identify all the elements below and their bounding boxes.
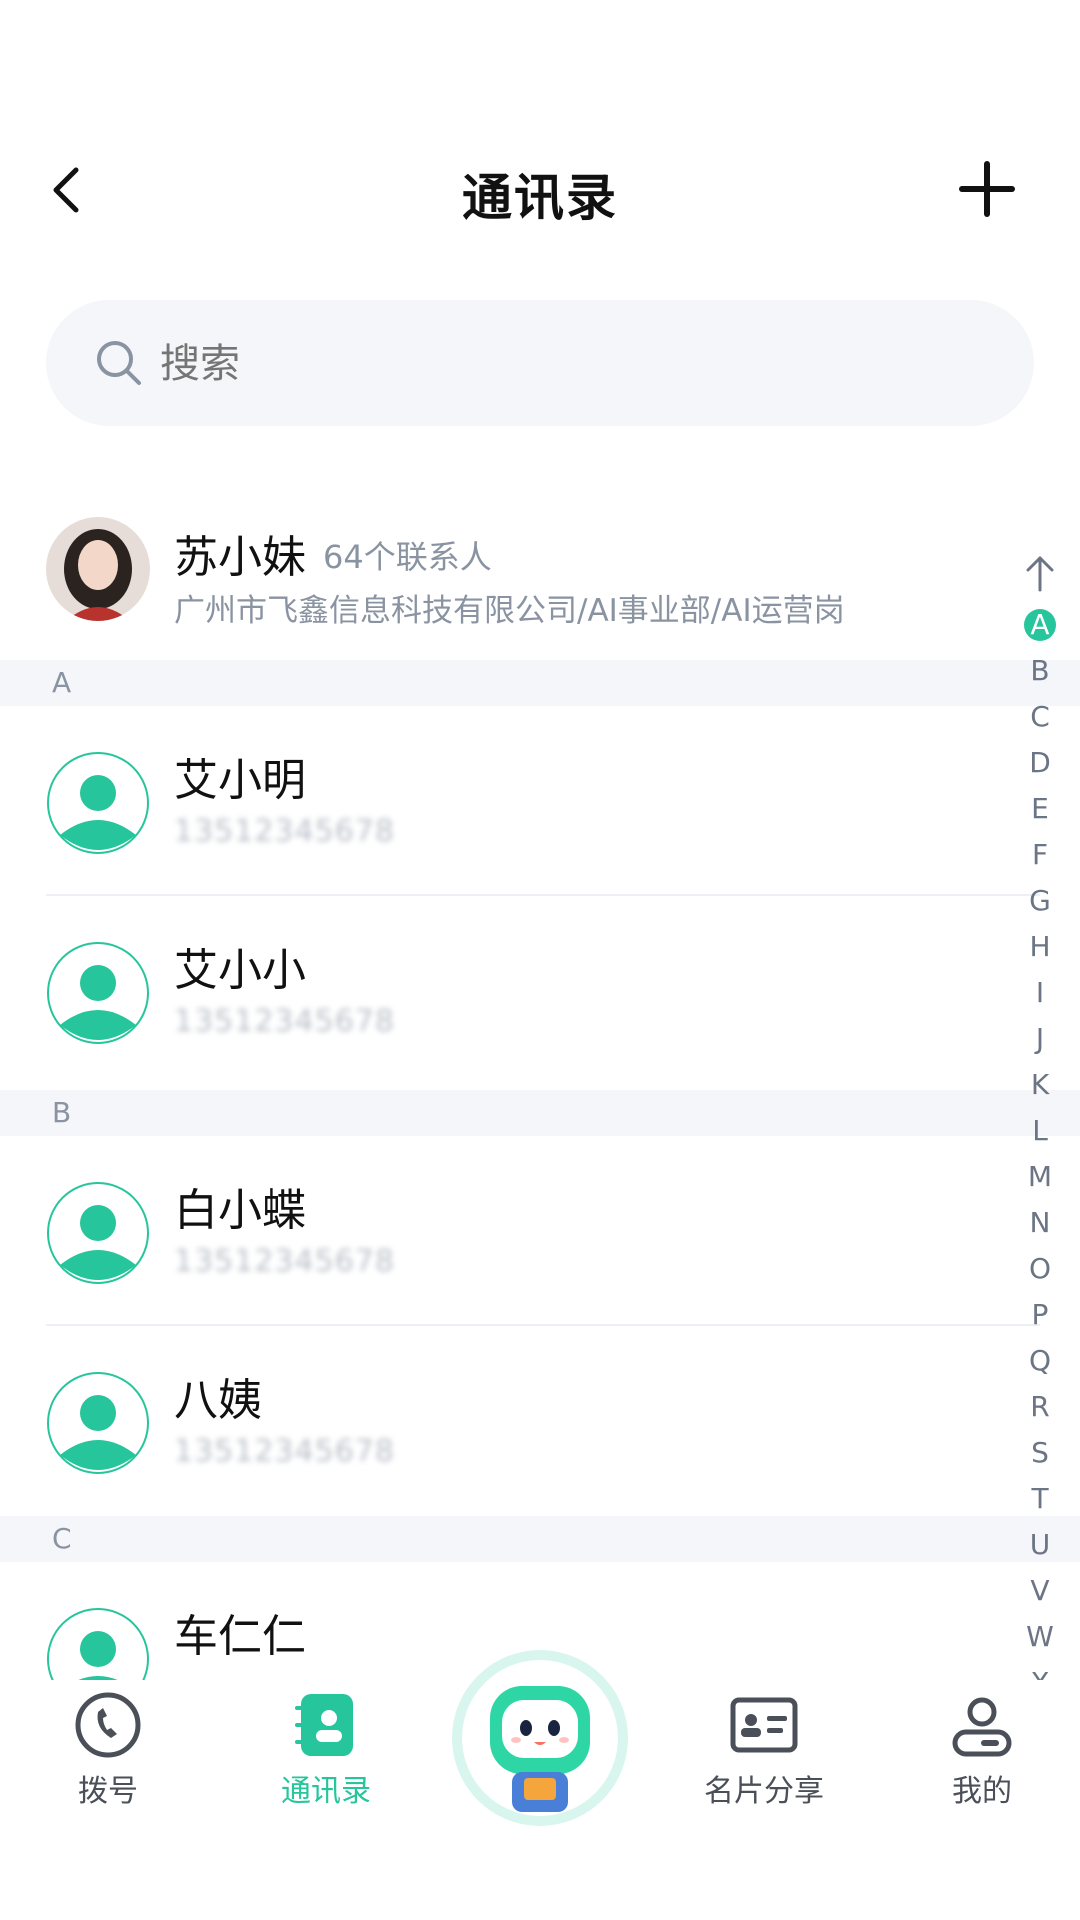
profile-name: 苏小妹 bbox=[174, 532, 306, 583]
index-letter[interactable]: A bbox=[1020, 602, 1060, 648]
index-letter[interactable]: T bbox=[1020, 1476, 1060, 1522]
tab-label: 拨号 bbox=[78, 1774, 138, 1809]
phone-icon bbox=[75, 1692, 141, 1758]
section-header-c: C bbox=[0, 1516, 1080, 1562]
section-header-a: A bbox=[0, 660, 1080, 706]
tab-card-share[interactable]: 名片分享 bbox=[694, 1690, 834, 1820]
tab-label: 我的 bbox=[952, 1774, 1012, 1809]
tab-label: 名片分享 bbox=[704, 1774, 824, 1809]
search-input[interactable] bbox=[158, 326, 862, 402]
index-letter[interactable]: F bbox=[1020, 832, 1060, 878]
contact-name: 艾小明 bbox=[174, 755, 306, 806]
search-bar[interactable] bbox=[46, 300, 1034, 426]
index-letter[interactable]: P bbox=[1020, 1292, 1060, 1338]
index-letter[interactable]: M bbox=[1020, 1154, 1060, 1200]
index-letter[interactable]: U bbox=[1020, 1522, 1060, 1568]
contact-row[interactable]: 艾小小 13512345678 bbox=[0, 896, 1040, 1086]
user-profile-icon bbox=[952, 1697, 1012, 1757]
ai-assistant-button[interactable] bbox=[452, 1650, 628, 1826]
profile-avatar bbox=[46, 517, 150, 621]
scroll-to-top-icon[interactable] bbox=[1020, 550, 1060, 602]
search-icon bbox=[97, 341, 141, 385]
business-card-icon bbox=[730, 1697, 798, 1753]
index-letter[interactable]: S bbox=[1020, 1430, 1060, 1476]
index-letter[interactable]: I bbox=[1020, 970, 1060, 1016]
my-profile-card[interactable]: 苏小妹 64个联系人 广州市飞鑫信息科技有限公司/AI事业部/AI运营岗 bbox=[0, 505, 1080, 655]
default-avatar-icon bbox=[47, 1608, 149, 1680]
index-letter[interactable]: D bbox=[1020, 740, 1060, 786]
index-letter[interactable]: B bbox=[1020, 648, 1060, 694]
contact-phone: 13512345678 bbox=[174, 1004, 395, 1039]
tab-mine[interactable]: 我的 bbox=[912, 1690, 1052, 1820]
index-letter[interactable]: W bbox=[1020, 1614, 1060, 1660]
contact-name: 八姨 bbox=[174, 1375, 262, 1426]
index-letter[interactable]: V bbox=[1020, 1568, 1060, 1614]
contacts-book-icon bbox=[295, 1694, 353, 1756]
tab-contacts[interactable]: 通讯录 bbox=[256, 1690, 396, 1820]
tab-dial[interactable]: 拨号 bbox=[38, 1690, 178, 1820]
robot-mascot-icon bbox=[490, 1686, 590, 1812]
index-letter[interactable]: C bbox=[1020, 694, 1060, 740]
index-letter[interactable]: L bbox=[1020, 1108, 1060, 1154]
tab-label: 通讯录 bbox=[281, 1774, 371, 1809]
contact-row[interactable]: 艾小明 13512345678 bbox=[0, 706, 1040, 896]
contact-count: 64个联系人 bbox=[323, 538, 492, 576]
index-letter[interactable]: E bbox=[1020, 786, 1060, 832]
index-letter[interactable]: J bbox=[1020, 1016, 1060, 1062]
alphabet-index[interactable]: A B C D E F G H I J K L M N O P Q R S T … bbox=[1020, 550, 1060, 1798]
index-letter[interactable]: R bbox=[1020, 1384, 1060, 1430]
index-letter[interactable]: H bbox=[1020, 924, 1060, 970]
index-letter[interactable]: G bbox=[1020, 878, 1060, 924]
contact-phone: 13512345678 bbox=[174, 814, 395, 849]
profile-organization: 广州市飞鑫信息科技有限公司/AI事业部/AI运营岗 bbox=[174, 593, 845, 629]
bottom-tab-bar: 拨号 通讯录 名片分享 我的 bbox=[0, 1650, 1080, 1920]
contact-name: 车仁仁 bbox=[174, 1611, 306, 1662]
index-letter[interactable]: Q bbox=[1020, 1338, 1060, 1384]
page-title: 通讯录 bbox=[462, 169, 618, 227]
contact-phone: 13512345678 bbox=[174, 1244, 395, 1279]
default-avatar-icon bbox=[47, 752, 149, 854]
plus-icon bbox=[959, 161, 1015, 217]
section-header-b: B bbox=[0, 1090, 1080, 1136]
contact-name: 白小蝶 bbox=[174, 1185, 306, 1236]
top-bar: 通讯录 bbox=[0, 130, 1080, 250]
section-letter: C bbox=[52, 1522, 72, 1555]
contact-row[interactable]: 八姨 13512345678 bbox=[0, 1326, 1040, 1516]
section-letter: A bbox=[52, 666, 72, 699]
add-contact-button[interactable] bbox=[954, 156, 1020, 222]
contact-row[interactable]: 白小蝶 13512345678 bbox=[0, 1136, 1040, 1326]
index-letter[interactable]: K bbox=[1020, 1062, 1060, 1108]
index-letter[interactable]: O bbox=[1020, 1246, 1060, 1292]
index-letter[interactable]: N bbox=[1020, 1200, 1060, 1246]
default-avatar-icon bbox=[47, 1182, 149, 1284]
section-letter: B bbox=[52, 1096, 72, 1129]
contact-phone: 13512345678 bbox=[174, 1434, 395, 1469]
contact-name: 艾小小 bbox=[174, 945, 306, 996]
default-avatar-icon bbox=[47, 942, 149, 1044]
default-avatar-icon bbox=[47, 1372, 149, 1474]
